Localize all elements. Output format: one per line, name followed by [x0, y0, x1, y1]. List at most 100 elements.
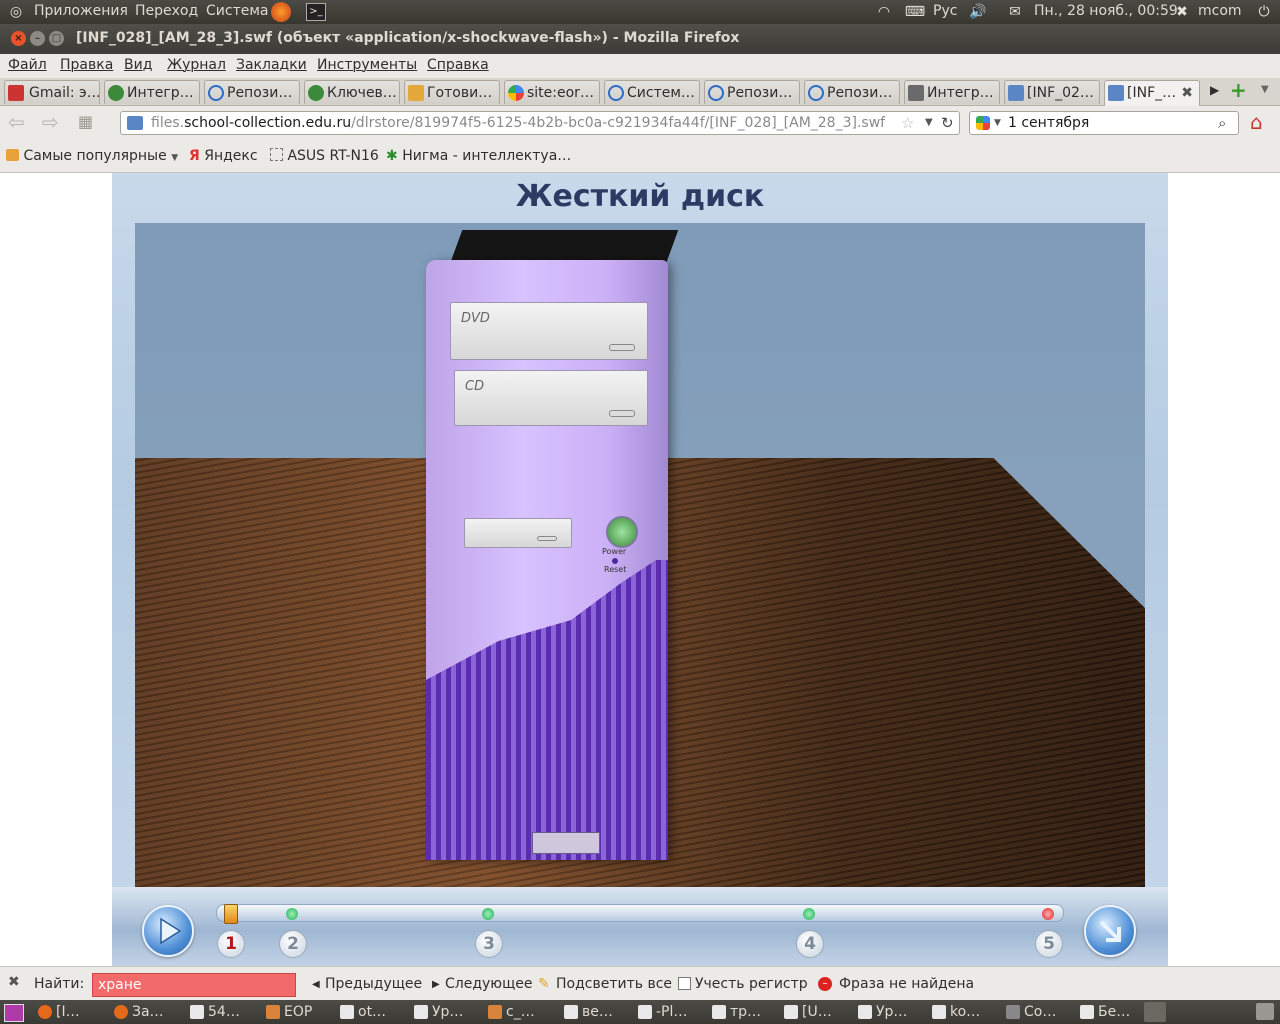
task-folder-c[interactable]: c_… [486, 1002, 558, 1022]
tab-site-eor[interactable]: site:eor… [504, 80, 600, 104]
url-text[interactable]: files.school-collection.edu.ru/dlrstore/… [151, 115, 885, 131]
minimize-window-button[interactable]: – [30, 31, 45, 46]
step-3-marker[interactable] [482, 908, 494, 920]
step-4-number[interactable]: 4 [796, 930, 824, 958]
panel-menu-places[interactable]: Переход [135, 3, 198, 19]
tab-inf-active[interactable]: [INF_… ✖ [1104, 80, 1200, 106]
exit-button[interactable] [1084, 905, 1136, 957]
mail-icon[interactable]: ✉ [1004, 2, 1026, 22]
find-next-button[interactable]: Следующее [445, 976, 533, 992]
new-tab-icon[interactable]: + [1230, 78, 1247, 102]
menu-help[interactable]: Справка [427, 57, 489, 73]
task-firefox-1[interactable]: [I… [36, 1002, 108, 1022]
play-button[interactable] [142, 905, 194, 957]
tab-groups-icon[interactable]: ▦ [78, 112, 93, 131]
tab-gmail[interactable]: Gmail: э… [4, 80, 100, 104]
find-previous-button[interactable]: Предыдущее [325, 976, 422, 992]
task-screenshot-co[interactable]: Co… [1004, 1002, 1076, 1022]
keyboard-layout-indicator[interactable]: Рус [933, 3, 957, 19]
menu-edit[interactable]: Правка [60, 57, 113, 73]
close-findbar-icon[interactable]: ✖ [8, 974, 20, 990]
task-doc-ot[interactable]: ot… [338, 1002, 410, 1022]
flash-movie[interactable]: Жесткий диск DVD CD Power Reset 1 2 3 4 … [112, 173, 1168, 966]
menu-bookmarks[interactable]: Закладки [236, 57, 307, 73]
tab-integr-1[interactable]: Интегр… [104, 80, 200, 104]
tab-repozi-3[interactable]: Репози… [804, 80, 900, 104]
task-doc-tr[interactable]: тр… [710, 1002, 782, 1022]
step-4-marker[interactable] [803, 908, 815, 920]
url-bar[interactable]: files.school-collection.edu.ru/dlrstore/… [120, 111, 960, 135]
show-desktop-icon[interactable] [4, 1004, 24, 1022]
step-2-number[interactable]: 2 [279, 930, 307, 958]
panel-menu-system[interactable]: Система [206, 3, 268, 19]
home-icon[interactable]: ⌂ [1250, 110, 1263, 134]
tab-repozi-1[interactable]: Репози… [204, 80, 300, 104]
task-firefox-2[interactable]: За… [112, 1002, 184, 1022]
site-identity-icon[interactable] [127, 116, 143, 130]
task-doc-ur-1[interactable]: Ур… [412, 1002, 484, 1022]
wifi-icon[interactable]: ◠ [874, 2, 894, 22]
tab-scroll-right-icon[interactable]: ▶ [1210, 83, 1219, 97]
close-window-button[interactable]: × [11, 31, 26, 46]
menu-tools[interactable]: Инструменты [317, 57, 417, 73]
task-folder-eop[interactable]: EOP [264, 1002, 336, 1022]
bookmark-most-visited[interactable]: Самые популярные ▼ [6, 148, 178, 164]
task-doc-54[interactable]: 54… [188, 1002, 260, 1022]
active-firefox-task-icon[interactable] [1144, 1002, 1166, 1022]
firefox-launcher-icon[interactable] [271, 2, 291, 22]
step-1-number[interactable]: 1 [217, 930, 245, 958]
document-icon [784, 1005, 798, 1019]
bookmark-asus[interactable]: ASUS RT-N16 [270, 148, 379, 164]
step-3-number[interactable]: 3 [475, 930, 503, 958]
task-doc-ve[interactable]: ве… [562, 1002, 634, 1022]
url-history-dropdown-icon[interactable]: ▼ [925, 117, 933, 128]
keyboard-icon[interactable]: ⌨ [903, 2, 927, 22]
panel-menu-applications[interactable]: Приложения [34, 3, 128, 19]
step-2-marker[interactable] [286, 908, 298, 920]
menu-file[interactable]: Файл [8, 57, 47, 73]
progress-slider-handle[interactable] [224, 904, 238, 924]
tab-gotovi[interactable]: Готови… [404, 80, 500, 104]
ubuntu-logo-icon[interactable]: ◎ [6, 2, 26, 22]
tab-sistem[interactable]: Систем… [604, 80, 700, 104]
search-bar[interactable]: ▼ 1 сентября ⌕ [969, 111, 1239, 135]
step-5-marker[interactable] [1042, 908, 1054, 920]
bookmark-yandex[interactable]: Я Яндекс [189, 148, 258, 164]
tab-repozi-2[interactable]: Репози… [704, 80, 800, 104]
search-magnifier-icon[interactable]: ⌕ [1218, 114, 1226, 132]
step-progress-track[interactable] [216, 904, 1064, 922]
tab-integr-2[interactable]: Интегр… [904, 80, 1000, 104]
power-icon[interactable]: ⏻ [1254, 2, 1274, 22]
step-5-number[interactable]: 5 [1035, 930, 1063, 958]
menu-view[interactable]: Вид [124, 57, 152, 73]
maximize-window-button[interactable]: □ [49, 31, 64, 46]
tab-klyuchev[interactable]: Ключев… [304, 80, 400, 104]
volume-icon[interactable]: 🔊 [968, 2, 988, 22]
reload-icon[interactable]: ↻ [941, 114, 954, 132]
task-doc-u[interactable]: [U… [782, 1002, 854, 1022]
trash-icon[interactable] [1256, 1003, 1274, 1020]
forward-icon[interactable]: ⇨ [42, 110, 59, 134]
tab-inf-02[interactable]: [INF_02… [1004, 80, 1100, 104]
bookmark-nigma[interactable]: ✱ Нигма - интеллектуа… [386, 148, 571, 164]
close-tab-icon[interactable]: ✖ [1181, 81, 1193, 105]
task-doc-ko[interactable]: ko… [930, 1002, 1002, 1022]
search-engine-dropdown-icon[interactable]: ▼ [994, 118, 1001, 128]
match-case-checkbox[interactable] [678, 977, 691, 990]
match-case-label[interactable]: Учесть регистр [695, 976, 808, 992]
menu-history[interactable]: Журнал [167, 57, 226, 73]
bookmark-star-icon[interactable]: ☆ [901, 114, 914, 132]
search-input[interactable]: 1 сентября [1008, 115, 1089, 131]
find-input[interactable] [92, 973, 296, 997]
terminal-launcher-icon[interactable]: >_ [306, 3, 326, 21]
task-doc-be[interactable]: Бе… [1078, 1002, 1142, 1022]
user-icon[interactable]: ✖ [1172, 2, 1192, 22]
tab-list-icon[interactable]: ▼ [1261, 84, 1269, 95]
back-icon[interactable]: ⇦ [8, 110, 25, 134]
google-engine-icon[interactable] [976, 116, 990, 130]
highlight-all-button[interactable]: Подсветить все [556, 976, 672, 992]
task-doc-ur-2[interactable]: Ур… [856, 1002, 928, 1022]
task-doc-pl[interactable]: -Pl… [636, 1002, 708, 1022]
user-name[interactable]: mcom [1198, 3, 1242, 19]
clock[interactable]: Пн., 28 нояб., 00:59 [1034, 3, 1178, 19]
